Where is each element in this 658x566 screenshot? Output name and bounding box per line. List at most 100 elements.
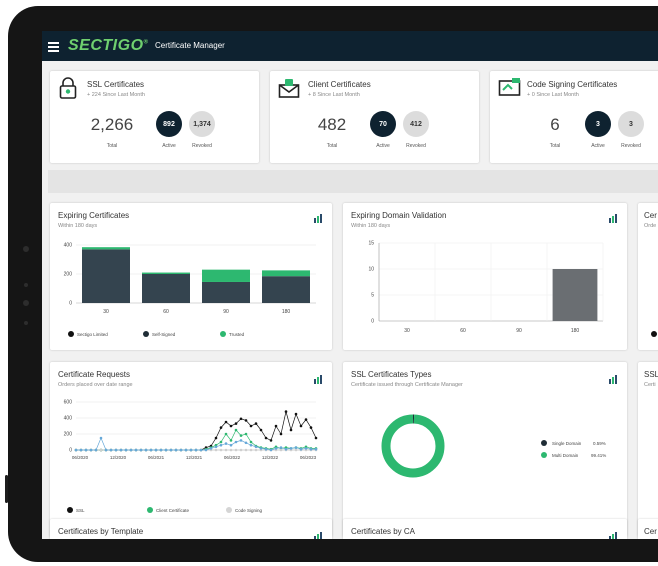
- ssl-certificates-card[interactable]: SSL Certificates + 224 Since Last Month …: [50, 71, 259, 163]
- data-point: [254, 445, 258, 449]
- legend-label: Self-Signed: [152, 332, 176, 337]
- y-tick-label: 5: [371, 293, 374, 299]
- client-certificates-card[interactable]: Client Certificates + 8 Since Last Month…: [270, 71, 479, 163]
- data-point: [309, 447, 313, 451]
- data-point: [244, 441, 248, 445]
- revoked-label: Revoked: [192, 143, 212, 149]
- panel-title: Certificate Requests: [58, 370, 131, 379]
- legend-swatch: [68, 331, 74, 337]
- y-tick-label: 10: [368, 267, 374, 273]
- domain-bar-chart: 0 5 10 15 30 60 90 180: [368, 241, 604, 334]
- certificates-by-ca-panel: Certificates by CA: [343, 519, 627, 539]
- card-title: Code Signing Certificates: [527, 80, 618, 89]
- code-signing-certificates-card[interactable]: Code Signing Certificates + 0 Since Last…: [490, 71, 658, 163]
- data-point: [129, 448, 133, 452]
- x-tick-label: 30: [103, 309, 109, 315]
- data-point: [109, 448, 113, 452]
- donut-slice: [381, 414, 445, 478]
- active-count[interactable]: 70: [370, 111, 396, 137]
- data-point: [239, 448, 243, 452]
- y-tick-label: 15: [368, 241, 374, 247]
- data-point: [229, 439, 233, 442]
- data-point: [244, 432, 248, 436]
- legend-label: Multi Domain: [552, 453, 579, 458]
- panel-title: Cer: [644, 211, 657, 220]
- data-point: [289, 428, 293, 432]
- x-tick-label: 30: [404, 328, 410, 334]
- bar-segment: [262, 270, 310, 277]
- data-point: [254, 422, 258, 425]
- panel-title: Certificates by Template: [58, 527, 144, 536]
- legend-label: SSL: [76, 508, 85, 513]
- legend-label: Sectigo Limited: [77, 332, 108, 337]
- chart-type-icon[interactable]: [314, 375, 323, 384]
- revoked-count[interactable]: 412: [403, 111, 429, 137]
- data-point: [239, 417, 243, 421]
- brand-logo[interactable]: SECTIGO®: [68, 37, 148, 55]
- bar-segment: [142, 272, 190, 274]
- sensor-dot: [24, 321, 28, 325]
- revoked-label: Revoked: [406, 143, 426, 149]
- legend-swatch: [220, 331, 226, 337]
- data-point: [89, 448, 93, 452]
- legend-value: 99.41%: [591, 453, 607, 458]
- chart-type-icon[interactable]: [314, 214, 323, 223]
- expiring-domain-validation-panel: Expiring Domain Validation Within 180 da…: [343, 203, 627, 350]
- data-point: [94, 448, 98, 452]
- partial-bottom-panel: Cer: [638, 519, 658, 539]
- bar-segment: [142, 274, 190, 303]
- data-point: [84, 448, 88, 452]
- chart-type-icon[interactable]: [314, 532, 323, 539]
- data-point: [294, 448, 298, 452]
- data-point: [244, 419, 248, 422]
- active-count[interactable]: 892: [156, 111, 182, 137]
- data-point: [279, 446, 283, 449]
- chart-type-icon[interactable]: [609, 214, 618, 223]
- bar-segment: [82, 249, 130, 303]
- data-point: [159, 448, 163, 452]
- x-tick-label: 180: [282, 309, 291, 315]
- camera-icon: [23, 300, 29, 306]
- active-label: Active: [591, 143, 605, 149]
- panel-subtitle: Orde: [644, 223, 657, 229]
- data-point: [234, 440, 238, 444]
- data-point: [314, 436, 318, 440]
- hamburger-menu-icon[interactable]: [48, 42, 59, 54]
- active-label: Active: [162, 143, 176, 149]
- bar-segment: [82, 247, 130, 250]
- logo-mark: ®: [143, 39, 149, 46]
- revoked-count[interactable]: 1,374: [189, 111, 215, 137]
- legend-label: Single Domain: [552, 441, 582, 446]
- code-signing-icon: [498, 78, 521, 96]
- data-point: [234, 428, 238, 432]
- data-point: [189, 448, 193, 452]
- x-tick-label: 180: [571, 328, 580, 334]
- legend-swatch: [226, 507, 232, 513]
- data-point: [199, 448, 203, 452]
- panel-title: SSL: [644, 370, 658, 379]
- app-screen: SECTIGO® Certificate Manager SSL Certifi…: [42, 31, 658, 539]
- panel-title: Expiring Domain Validation: [351, 211, 447, 220]
- ssl-certificates-types-panel: SSL Certificates Types Certificate issue…: [343, 362, 627, 537]
- active-count[interactable]: 3: [585, 111, 611, 137]
- panel-title: SSL Certificates Types: [351, 370, 432, 379]
- data-point: [249, 424, 253, 428]
- requests-line-chart: 0 200 400 600 06/2020 12/2020 06/2021 12/2021 06…: [64, 400, 318, 460]
- chart-type-icon[interactable]: [609, 375, 618, 384]
- chart-type-icon[interactable]: [609, 532, 618, 539]
- data-point: [219, 426, 223, 429]
- data-point: [274, 424, 278, 428]
- data-point: [264, 447, 268, 451]
- data-point: [99, 448, 103, 452]
- x-tick-label: 06/2020: [72, 455, 89, 460]
- y-tick-label: 400: [64, 416, 73, 422]
- data-point: [309, 426, 313, 429]
- legend-label: Code Signing: [235, 508, 263, 513]
- expiring-certificates-panel: Expiring Certificates Within 180 days 0 2…: [50, 203, 332, 350]
- data-point: [214, 448, 218, 452]
- data-point: [304, 418, 308, 421]
- x-tick-label: 60: [163, 309, 169, 315]
- data-point: [274, 447, 278, 450]
- revoked-count[interactable]: 3: [618, 111, 644, 137]
- y-tick-label: 0: [69, 448, 72, 454]
